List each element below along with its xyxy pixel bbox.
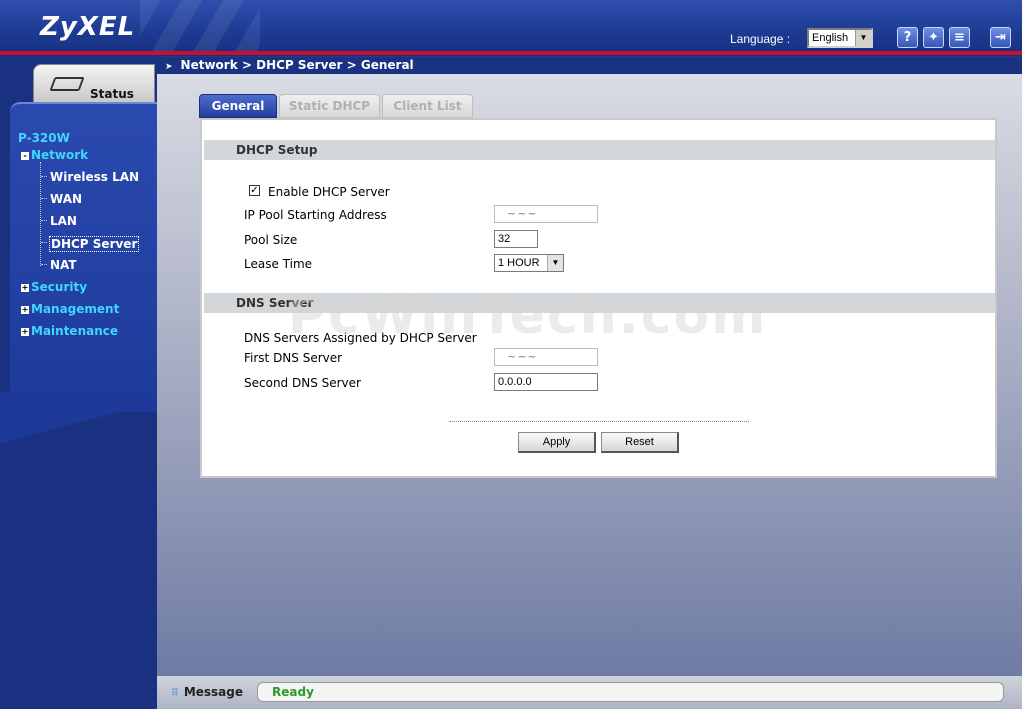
apply-button[interactable]: Apply	[518, 432, 596, 453]
language-value: English	[812, 32, 849, 44]
tree-tick	[41, 198, 47, 199]
sidebar-item-wireless-lan[interactable]: Wireless LAN	[50, 170, 139, 184]
breadcrumb-arrow-icon: ➤	[165, 62, 173, 72]
first-dns-field[interactable]: ~~~	[494, 348, 598, 366]
dns-server-header: DNS Server	[204, 293, 995, 313]
collapse-icon[interactable]: -	[21, 152, 29, 160]
chevron-down-icon: ▼	[855, 30, 871, 46]
sidebar-item-label: Network	[31, 148, 89, 162]
tree-line	[40, 162, 41, 266]
language-label: Language :	[730, 32, 791, 46]
ip-pool-label: IP Pool Starting Address	[244, 208, 387, 222]
tab-static-dhcp[interactable]: Static DHCP	[279, 94, 380, 118]
status-tab[interactable]: Status	[33, 64, 155, 104]
header: ZyXEL Language : English ▼ ? ✦ ≡ ⇥	[0, 0, 1022, 56]
message-field: Ready	[257, 682, 1004, 702]
tree-tick	[41, 220, 47, 221]
sidebar-item-nat[interactable]: NAT	[50, 258, 77, 272]
status-bar: ⠿ Message Ready	[157, 676, 1022, 709]
tab-general[interactable]: General	[199, 94, 277, 118]
second-dns-input[interactable]: 0.0.0.0	[494, 373, 598, 391]
sidebar: Status P-320W - Network Wireless LAN WAN …	[0, 56, 157, 709]
tree-tick	[41, 242, 47, 243]
sidebar-item-label: Management	[31, 302, 120, 316]
expand-icon[interactable]: +	[21, 284, 29, 292]
message-label: ⠿ Message	[171, 685, 243, 699]
breadcrumb-text: Network > DHCP Server > General	[180, 58, 414, 72]
expand-icon[interactable]: +	[21, 328, 29, 336]
sidebar-device[interactable]: P-320W	[18, 131, 70, 145]
status-label: Status	[90, 87, 134, 101]
notes-icon[interactable]: ≡	[949, 27, 970, 48]
lease-time-select[interactable]: 1 HOUR ▼	[494, 254, 564, 272]
help-icon[interactable]: ?	[897, 27, 918, 48]
ip-pool-field[interactable]: ~~~	[494, 205, 598, 223]
reset-button[interactable]: Reset	[601, 432, 679, 453]
sidebar-item-label: Security	[31, 280, 88, 294]
sidebar-item-maintenance[interactable]: + Maintenance	[21, 324, 118, 338]
router-icon	[49, 77, 85, 91]
dhcp-setup-header: DHCP Setup	[204, 140, 995, 160]
breadcrumb: ➤ Network > DHCP Server > General	[157, 57, 1022, 74]
pool-size-input[interactable]: 32	[494, 230, 538, 248]
second-dns-label: Second DNS Server	[244, 376, 361, 390]
sidebar-item-management[interactable]: + Management	[21, 302, 119, 316]
expand-icon[interactable]: +	[21, 306, 29, 314]
tab-client-list[interactable]: Client List	[382, 94, 473, 118]
main-content: General Static DHCP Client List DHCP Set…	[157, 74, 1022, 676]
wizard-icon[interactable]: ✦	[923, 27, 944, 48]
message-label-text: Message	[183, 685, 244, 699]
settings-panel: DHCP Setup ✓ Enable DHCP Server IP Pool …	[200, 118, 997, 478]
chevron-down-icon: ▼	[547, 255, 563, 271]
lease-time-label: Lease Time	[244, 257, 313, 271]
logout-icon[interactable]: ⇥	[990, 27, 1011, 48]
pool-size-label: Pool Size	[244, 233, 298, 247]
sidebar-item-label: Maintenance	[31, 324, 119, 338]
enable-dhcp-label: Enable DHCP Server	[268, 185, 390, 199]
dns-assigned-label: DNS Servers Assigned by DHCP Server	[244, 331, 477, 345]
sidebar-item-dhcp-server[interactable]: DHCP Server	[49, 236, 140, 252]
tree-tick	[41, 176, 47, 177]
lease-time-value: 1 HOUR	[498, 257, 540, 269]
header-decoration	[140, 0, 260, 51]
sidebar-item-security[interactable]: + Security	[21, 280, 87, 294]
grip-icon: ⠿	[171, 688, 179, 699]
sidebar-item-network[interactable]: - Network	[21, 148, 88, 162]
enable-dhcp-checkbox[interactable]: ✓	[249, 185, 260, 196]
sidebar-item-wan[interactable]: WAN	[50, 192, 82, 206]
divider	[449, 421, 749, 422]
first-dns-label: First DNS Server	[244, 351, 343, 365]
tree-tick	[41, 264, 47, 265]
zyxel-logo: ZyXEL	[40, 12, 136, 42]
sidebar-item-lan[interactable]: LAN	[50, 214, 77, 228]
language-select[interactable]: English ▼	[807, 28, 873, 48]
